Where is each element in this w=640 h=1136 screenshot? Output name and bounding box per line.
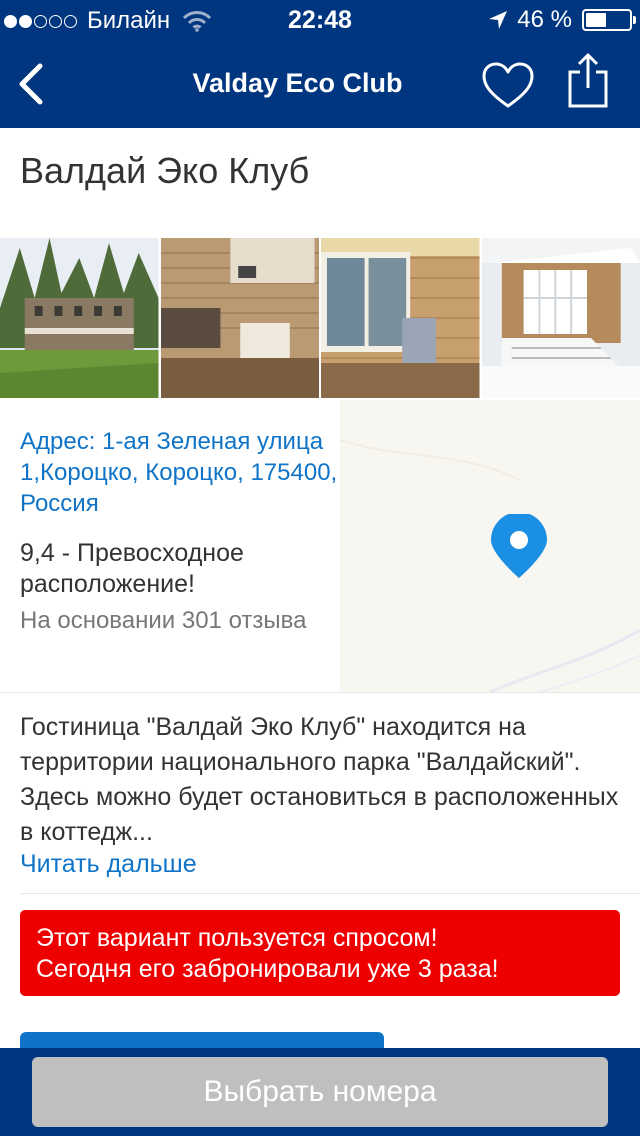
- share-icon: [568, 53, 608, 108]
- map-pin-icon[interactable]: [489, 514, 549, 580]
- gallery-photo[interactable]: [321, 238, 480, 398]
- urgency-line: Сегодня его забронировали уже 3 раза!: [36, 955, 499, 983]
- favorite-button[interactable]: [482, 62, 534, 110]
- location-arrow-icon: [489, 11, 508, 29]
- share-button[interactable]: [566, 52, 610, 110]
- winter-porch-photo: [481, 238, 640, 398]
- hotel-description: Гостиница "Валдай Эко Клуб" находится на…: [20, 713, 619, 846]
- gallery-photo[interactable]: [160, 238, 319, 398]
- battery-percent: 46 %: [517, 6, 572, 33]
- divider: [20, 893, 640, 894]
- heart-icon: [482, 62, 534, 108]
- battery-icon: [582, 9, 636, 31]
- select-rooms-button[interactable]: Выбрать номера: [32, 1057, 608, 1127]
- urgency-line: Этот вариант пользуется спросом!: [36, 924, 438, 952]
- living-room-photo: [160, 238, 319, 398]
- urgency-banner: Этот вариант пользуется спросом! Сегодня…: [20, 910, 620, 996]
- log-room-photo: [321, 238, 480, 398]
- nav-bar: Valday Eco Club: [0, 40, 640, 128]
- hotel-exterior-photo: [0, 238, 159, 398]
- address-link[interactable]: Адрес: 1-ая Зеленая улица 1,Короцко, Кор…: [20, 426, 400, 519]
- status-bar: Билайн 22:48 46 %: [0, 0, 640, 40]
- read-more-link[interactable]: Читать дальше: [20, 850, 197, 879]
- location-section[interactable]: Адрес: 1-ая Зеленая улица 1,Короцко, Кор…: [0, 400, 640, 693]
- bottom-bar: Выбрать номера: [0, 1048, 640, 1136]
- location-reviews-count: На основании 301 отзыва: [20, 607, 307, 634]
- gallery-photo[interactable]: [481, 238, 640, 398]
- status-right: 46 %: [487, 6, 636, 34]
- header: Билайн 22:48 46 % Valday Eco Club: [0, 0, 640, 128]
- location-score: 9,4 - Превосходное расположение!: [20, 539, 244, 598]
- gallery-photo[interactable]: [0, 238, 159, 398]
- photo-gallery[interactable]: [0, 238, 640, 400]
- hotel-name: Валдай Эко Клуб: [20, 150, 310, 191]
